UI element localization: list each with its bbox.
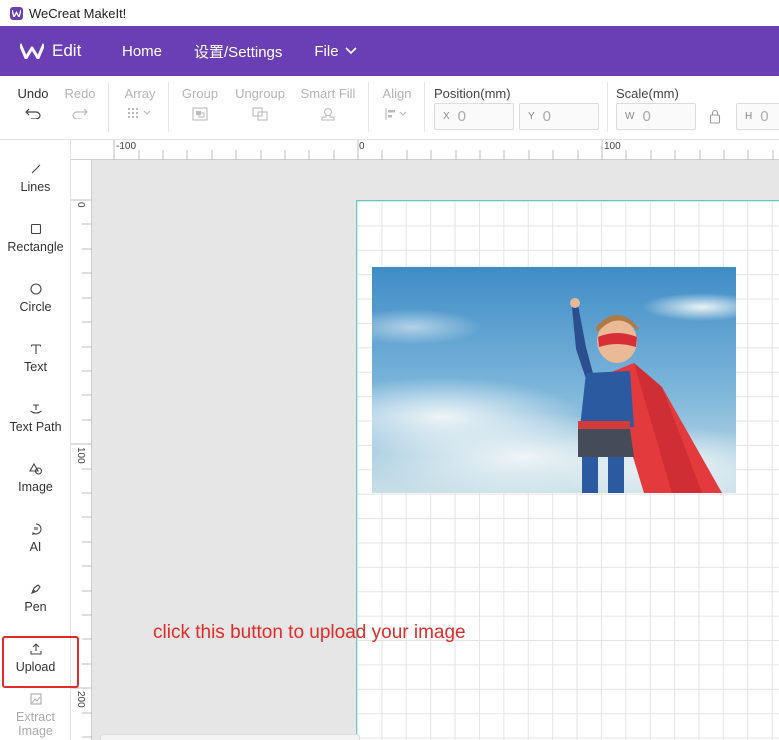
tool-pen-label: Pen [24, 600, 47, 614]
w-key: W [625, 111, 635, 122]
tool-extract-image[interactable]: Extract Image [0, 692, 71, 738]
tool-text-path[interactable]: Text Path [0, 402, 71, 434]
text-path-icon [29, 404, 42, 414]
smart-fill-button[interactable]: Smart Fill [298, 86, 358, 123]
app-logo-icon [10, 6, 23, 20]
ruler-label-neg100: -100 [116, 141, 137, 152]
toolbar-separator [424, 82, 425, 132]
array-grid-icon [128, 108, 151, 118]
toolbar-separator [368, 82, 369, 132]
toolbar: Undo Redo Array Group Ungroup Smart Fill… [0, 76, 779, 140]
ai-brain-icon [31, 523, 41, 535]
toolbar-separator [168, 82, 169, 132]
instruction-annotation: click this button to upload your image [153, 622, 466, 643]
ungroup-icon [252, 107, 268, 121]
redo-label: Redo [64, 86, 96, 101]
smart-fill-label: Smart Fill [300, 86, 356, 101]
group-label: Group [181, 86, 219, 101]
title-bar: WeCreat MakeIt! [0, 0, 779, 26]
ruler-label-100: 100 [604, 141, 621, 152]
chevron-down-icon [344, 47, 357, 55]
group-icon [192, 107, 208, 121]
window-title: WeCreat MakeIt! [29, 5, 127, 21]
tool-text-label: Text [24, 360, 47, 374]
y-value: 0 [542, 108, 552, 125]
vruler-label-200: 200 [75, 691, 86, 708]
brand: Edit [0, 41, 122, 61]
menu-file[interactable]: File [314, 42, 357, 60]
align-button[interactable]: Align [378, 86, 416, 121]
tool-image-label: Image [18, 480, 53, 494]
tool-lines-label: Lines [20, 180, 51, 194]
w-value: 0 [642, 108, 651, 125]
tool-extract-label: Extract [16, 710, 55, 724]
stamp-icon [321, 107, 335, 121]
tool-ai-label: AI [29, 540, 42, 554]
superhero-photo [372, 267, 736, 493]
tool-text[interactable]: Text [0, 342, 71, 374]
group-button[interactable]: Group [178, 86, 222, 121]
align-label: Align [382, 86, 412, 101]
h-key: H [745, 111, 753, 122]
array-button[interactable]: Array [120, 86, 160, 119]
x-key: X [443, 111, 450, 122]
tool-extract-label-2: Image [18, 724, 53, 738]
menu-bar: Edit Home 设置/Settings File [0, 26, 779, 76]
ungroup-label: Ungroup [235, 86, 285, 101]
upload-highlight-box [2, 636, 79, 688]
scale-w-field[interactable]: W 0 [616, 103, 696, 130]
edit-mode-label: Edit [52, 41, 82, 60]
brand-logo-icon [20, 43, 44, 59]
text-icon [30, 344, 41, 354]
tool-rectangle[interactable]: Rectangle [0, 222, 71, 254]
tool-circle[interactable]: Circle [0, 282, 71, 314]
y-key: Y [528, 111, 535, 122]
undo-label: Undo [17, 86, 49, 101]
redo-icon [72, 108, 88, 119]
horizontal-ruler: -100 0 100 [71, 140, 779, 160]
position-x-field[interactable]: X 0 [434, 103, 514, 130]
menu-home[interactable]: Home [122, 43, 162, 60]
undo-button[interactable]: Undo [14, 86, 52, 119]
h-value: 0 [760, 108, 769, 125]
horizontal-scrollbar[interactable] [100, 734, 360, 740]
tool-image[interactable]: Image [0, 462, 71, 494]
undo-icon [25, 108, 41, 119]
tool-pen[interactable]: Pen [0, 582, 71, 614]
tool-circle-label: Circle [19, 300, 52, 314]
redo-button[interactable]: Redo [62, 86, 98, 119]
lock-icon[interactable] [709, 109, 721, 124]
vruler-label-0: 0 [75, 202, 86, 208]
tool-ai[interactable]: AI [0, 522, 71, 554]
menu-file-label: File [314, 42, 339, 60]
line-icon [31, 164, 40, 174]
ungroup-button[interactable]: Ungroup [232, 86, 288, 121]
pen-icon [30, 584, 41, 594]
menu-settings[interactable]: 设置/Settings [194, 41, 282, 62]
scale-label: Scale(mm) [616, 86, 679, 101]
shapes-icon [28, 462, 42, 475]
horizontal-ruler-ticks [113, 140, 774, 160]
circle-icon [29, 283, 42, 295]
vruler-label-100: 100 [75, 447, 86, 464]
array-label: Array [124, 86, 156, 101]
tool-text-path-label: Text Path [9, 420, 62, 434]
x-value: 0 [457, 108, 467, 125]
toolbar-separator [607, 82, 608, 132]
canvas-image[interactable] [372, 267, 736, 493]
ruler-label-0: 0 [359, 141, 365, 152]
toolbar-separator [108, 82, 109, 132]
tool-rectangle-label: Rectangle [7, 240, 64, 254]
tool-lines[interactable]: Lines [0, 162, 71, 194]
position-label: Position(mm) [434, 86, 511, 101]
rectangle-icon [30, 223, 41, 235]
extract-image-icon [29, 693, 42, 705]
scale-h-field[interactable]: H 0 [736, 103, 779, 130]
align-left-icon [385, 108, 407, 120]
position-y-field[interactable]: Y 0 [519, 103, 599, 130]
